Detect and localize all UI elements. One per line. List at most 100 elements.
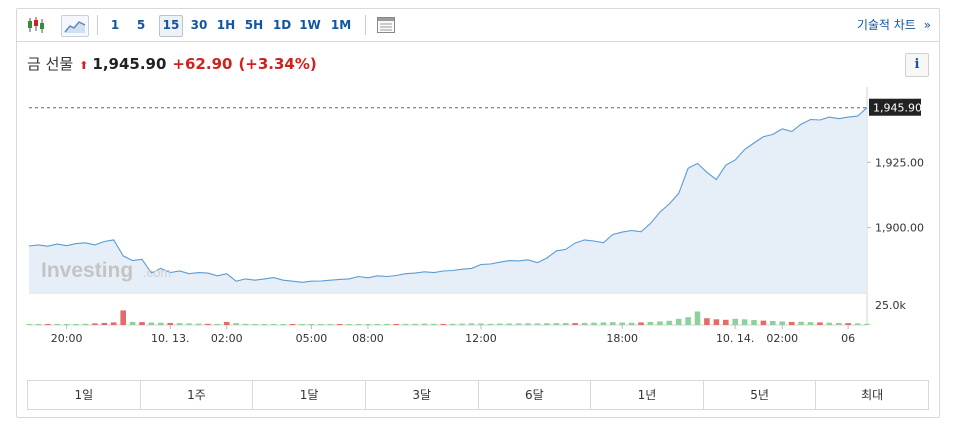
volume-bar: [694, 311, 701, 325]
volume-bar: [741, 319, 748, 325]
x-tick-label: 10. 13.: [151, 332, 189, 345]
volume-bar: [506, 323, 512, 325]
volume-bar: [139, 322, 145, 325]
volume-bar: [638, 322, 644, 325]
range-6-months[interactable]: 6달: [479, 381, 592, 409]
volume-bar: [562, 323, 569, 325]
volume-bar: [685, 317, 691, 325]
x-axis: 20:00 10. 13. 02:00 05:00 08:00 12:00 18:00 10.…: [51, 325, 855, 345]
volume-bar: [497, 323, 503, 325]
volume-bar: [675, 318, 682, 325]
volume-bar: [468, 323, 475, 325]
volume-bar: [713, 319, 720, 325]
volume-bar: [449, 323, 456, 325]
volume-bar: [374, 324, 381, 325]
volume-bar: [308, 324, 315, 325]
volume-bar: [779, 321, 786, 325]
volume-bar: [261, 324, 268, 325]
volume-bar: [581, 322, 588, 325]
volume-bar: [553, 323, 560, 325]
volume-bar: [807, 322, 814, 325]
volume-bar: [73, 324, 79, 325]
volume-bar: [176, 323, 183, 325]
volume-bar: [666, 320, 673, 325]
volume-bar: [110, 322, 117, 325]
volume-bar: [845, 323, 851, 325]
x-tick-label: 02:00: [766, 332, 798, 345]
volume-bar: [63, 324, 70, 325]
volume-bar: [610, 322, 616, 325]
volume-bar: [704, 318, 710, 325]
watermark-suffix: .com: [143, 265, 171, 280]
volume-bar: [647, 321, 654, 325]
investing-watermark: Investing .com: [41, 259, 171, 282]
volume-bar: [148, 322, 155, 325]
volume-bar: [515, 323, 522, 325]
volume-bar: [459, 323, 465, 325]
volume-bar: [129, 321, 136, 325]
volume-bar: [384, 323, 390, 325]
volume-bar: [402, 323, 409, 325]
volume-bar: [233, 323, 239, 325]
volume-bar: [355, 324, 362, 325]
volume-bar: [487, 323, 494, 325]
chart-widget: 1 5 15 30 1H 5H 1D 1W 1M 기술적 차트 » 금 선물 ⬆ 1…: [16, 8, 940, 418]
x-tick-label: 05:00: [296, 332, 328, 345]
volume-bar: [534, 323, 541, 325]
range-1-week[interactable]: 1주: [141, 381, 254, 409]
volume-bar: [421, 323, 428, 325]
volume-bar: [393, 324, 399, 325]
volume-bar: [723, 319, 729, 325]
volume-bar: [167, 322, 173, 325]
volume-bar: [836, 322, 842, 325]
volume-bar: [572, 323, 578, 325]
volume-bar: [214, 323, 221, 325]
volume-bar: [101, 322, 108, 325]
volume-bar: [26, 324, 32, 325]
volume-bar: [35, 324, 42, 325]
volume-bar: [318, 324, 324, 325]
y-tick-label: 1,925.00: [875, 156, 924, 169]
volume-bar: [732, 318, 738, 325]
last-price-tag: 1,945.90: [869, 98, 922, 116]
volume-bar: [751, 320, 757, 325]
range-1-month[interactable]: 1달: [253, 381, 366, 409]
volume-bar: [854, 323, 861, 325]
volume-bar: [431, 323, 437, 325]
volume-bar: [45, 324, 51, 325]
range-selector: 1일 1주 1달 3달 6달 1년 5년 최대: [27, 380, 929, 410]
volume-bar: [478, 323, 484, 325]
range-1-year[interactable]: 1년: [591, 381, 704, 409]
range-max[interactable]: 최대: [816, 381, 928, 409]
volume-bar: [365, 324, 371, 325]
range-1-day[interactable]: 1일: [28, 381, 141, 409]
volume-bar: [544, 323, 550, 325]
volume-bar: [600, 322, 607, 325]
volume-bar: [252, 324, 258, 325]
last-price-tag-label: 1,945.90: [873, 102, 922, 115]
watermark-brand: Investing: [41, 259, 133, 282]
volume-bars: [26, 310, 870, 325]
volume-axis-label: 25.0k: [875, 299, 906, 312]
x-tick-label: 10. 14.: [716, 332, 754, 345]
y-axis: 1,900.00 1,925.00: [867, 156, 924, 235]
volume-bar: [242, 323, 249, 325]
volume-bar: [223, 321, 230, 325]
volume-bar: [619, 322, 625, 325]
range-3-months[interactable]: 3달: [366, 381, 479, 409]
volume-bar: [205, 323, 211, 325]
volume-bar: [158, 322, 164, 325]
range-5-years[interactable]: 5년: [704, 381, 817, 409]
x-tick-label: 20:00: [51, 332, 83, 345]
volume-bar: [186, 323, 192, 325]
volume-bar: [289, 324, 296, 325]
volume-bar: [864, 323, 870, 325]
volume-bar: [826, 322, 833, 325]
price-chart: 1,945.90 1,900.00 1,925.00 Investing .com…: [26, 87, 924, 345]
x-tick-label: 08:00: [352, 332, 384, 345]
x-tick-label: 18:00: [606, 332, 638, 345]
volume-bar: [120, 310, 126, 325]
volume-bar: [54, 324, 61, 325]
volume-bar: [788, 321, 795, 325]
volume-bar: [525, 323, 531, 325]
